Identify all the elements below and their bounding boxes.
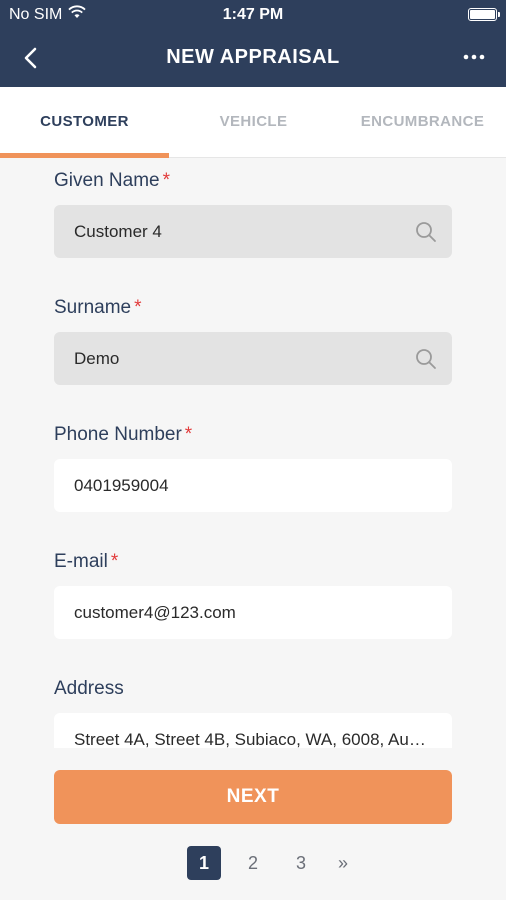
address-field: Address Street 4A, Street 4B, Subiaco, W…: [54, 678, 452, 748]
search-icon[interactable]: [414, 220, 438, 244]
page-title: NEW APPRAISAL: [166, 46, 340, 68]
address-input[interactable]: Street 4A, Street 4B, Subiaco, WA, 6008,…: [54, 713, 452, 748]
required-mark: *: [134, 297, 142, 318]
email-input[interactable]: customer4@123.com: [54, 586, 452, 639]
next-page-button[interactable]: »: [326, 846, 360, 880]
battery-icon: [468, 8, 500, 21]
tab-bar: CUSTOMER VEHICLE ENCUMBRANCE: [0, 87, 506, 158]
email-label: E-mail *: [54, 551, 119, 572]
page-1-button[interactable]: 1: [187, 846, 221, 880]
status-time: 1:47 PM: [222, 6, 284, 23]
email-field: E-mail * customer4@123.com: [54, 551, 452, 639]
required-mark: *: [162, 170, 171, 191]
customer-form: Given Name * Customer 4 Surname * Demo Pho…: [0, 158, 506, 748]
given-name-field: Given Name * Customer 4: [54, 170, 452, 258]
surname-input[interactable]: Demo: [54, 332, 452, 385]
pagination: 1 2 3 »: [0, 846, 506, 880]
next-button[interactable]: NEXT: [54, 770, 452, 824]
given-name-label: Given Name *: [54, 170, 171, 191]
address-label: Address: [54, 678, 124, 699]
given-name-input[interactable]: Customer 4: [54, 205, 452, 258]
search-icon[interactable]: [414, 347, 438, 371]
tab-vehicle[interactable]: VEHICLE: [169, 87, 338, 157]
more-icon: [463, 54, 485, 60]
phone-label: Phone Number *: [54, 424, 193, 445]
app-header: No SIM 1:47 PM NEW APPRAISAL: [0, 0, 506, 87]
surname-field: Surname * Demo: [54, 297, 452, 385]
more-button[interactable]: [456, 42, 492, 72]
page-3-button[interactable]: 3: [284, 846, 318, 880]
required-mark: *: [110, 551, 119, 572]
tab-customer[interactable]: CUSTOMER: [0, 87, 169, 157]
required-mark: *: [184, 424, 193, 445]
page-2-button[interactable]: 2: [236, 846, 270, 880]
tab-encumbrance[interactable]: ENCUMBRANCE: [338, 87, 506, 157]
phone-field: Phone Number * 0401959004: [54, 424, 452, 512]
surname-label: Surname *: [54, 297, 142, 318]
phone-input[interactable]: 0401959004: [54, 459, 452, 512]
navigation-bar: NEW APPRAISAL: [0, 30, 506, 87]
status-bar: No SIM 1:47 PM: [0, 0, 506, 30]
